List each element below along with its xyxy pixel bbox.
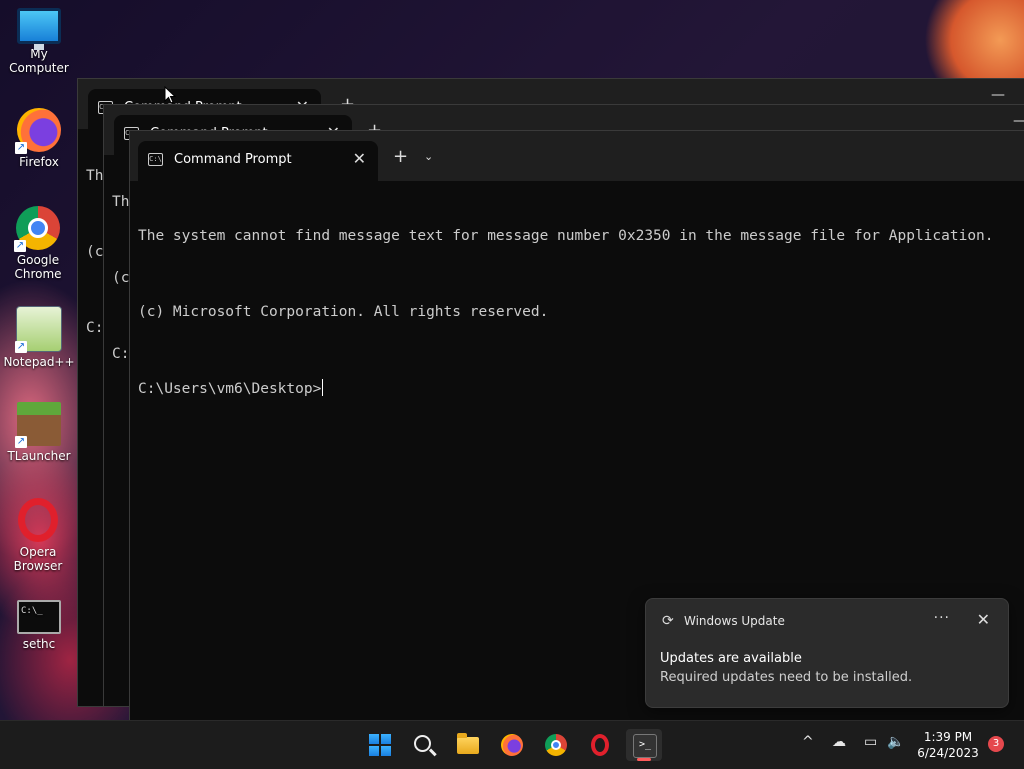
clock[interactable]: 1:39 PM 6/24/2023 (912, 729, 984, 761)
desktop-icon-notepad-plus-plus[interactable]: ↗ Notepad++ (0, 306, 78, 369)
minimize-button[interactable]: — (1013, 113, 1024, 129)
close-tab-icon[interactable]: ✕ (353, 149, 366, 168)
more-options-button[interactable]: ··· (934, 610, 950, 626)
onedrive-offline-icon[interactable]: ☁ (832, 734, 846, 750)
chrome-icon (545, 734, 567, 756)
desktop-icon-chrome[interactable]: ↗ Google Chrome (0, 206, 76, 281)
taskbar-terminal-button[interactable]: >_ (626, 729, 662, 761)
desktop-icon-label: sethc (22, 637, 56, 651)
tab-command-prompt[interactable]: C:\ Command Prompt ✕ (138, 141, 378, 181)
shortcut-arrow-icon: ↗ (15, 436, 27, 448)
clock-date: 6/24/2023 (917, 746, 979, 760)
desktop-icon-label: TLauncher (7, 449, 71, 463)
notification-title: Updates are available (660, 651, 802, 666)
volume-icon[interactable]: 🔈 (887, 734, 904, 750)
show-hidden-icons-button[interactable]: ^ (802, 734, 814, 750)
clock-time: 1:39 PM (923, 730, 973, 744)
notification-count-badge[interactable]: 3 (988, 736, 1004, 752)
console-line: (c) Microsoft Corporation. All rights re… (138, 304, 549, 320)
taskbar-chrome-button[interactable] (538, 729, 574, 761)
shortcut-arrow-icon: ↗ (15, 142, 27, 154)
tab-label: Command Prompt (174, 152, 292, 167)
chrome-icon: ↗ (14, 206, 60, 252)
desktop-icon-label: Notepad++ (3, 355, 75, 369)
firefox-icon: ↗ (15, 108, 61, 154)
desktop-icon-tlauncher[interactable]: ↗ TLauncher (0, 402, 78, 463)
desktop-icon-opera[interactable]: Opera Browser (0, 498, 76, 573)
desktop-icon-label: My Computer (9, 47, 69, 75)
command-prompt-icon: C:\_ (17, 600, 61, 634)
cmd-tab-icon: C:\ (148, 153, 163, 166)
folder-icon (457, 733, 479, 754)
opera-icon (18, 498, 58, 542)
taskbar-firefox-button[interactable] (494, 729, 530, 761)
sync-icon: ⟳ (662, 613, 674, 629)
prompt-text: C:\Users\vm6\Desktop> (138, 381, 322, 397)
minecraft-grass-block-icon: ↗ (15, 402, 61, 448)
desktop-icon-firefox[interactable]: ↗ Firefox (0, 108, 78, 169)
close-notification-button[interactable]: ✕ (977, 610, 990, 629)
console-line: The system cannot find message text for … (138, 228, 994, 244)
start-button[interactable] (362, 729, 398, 761)
computer-icon (17, 8, 61, 50)
notepad-plus-plus-icon: ↗ (15, 306, 62, 353)
desktop-icon-my-computer[interactable]: My Computer (0, 8, 78, 75)
search-icon (414, 735, 431, 752)
title-bar[interactable]: C:\ Command Prompt ✕ + ⌄ (130, 131, 1024, 181)
new-tab-button[interactable]: + (393, 146, 408, 167)
notification-body: Required updates need to be installed. (660, 670, 913, 685)
firefox-icon (501, 734, 523, 756)
console-output[interactable]: The system cannot find message text for … (138, 189, 1024, 455)
taskbar: >_ ^ ☁ ▭ 🔈 1:39 PM 6/24/2023 3 (0, 720, 1024, 769)
notification-source: Windows Update (684, 614, 785, 628)
desktop-icon-label: Opera Browser (13, 545, 63, 573)
windows-update-notification[interactable]: ⟳ Windows Update ··· ✕ Updates are avail… (645, 598, 1009, 708)
file-explorer-button[interactable] (450, 729, 486, 761)
opera-icon (591, 734, 609, 756)
shortcut-arrow-icon: ↗ (15, 341, 27, 353)
network-icon[interactable]: ▭ (864, 734, 877, 750)
desktop-icon-label: Google Chrome (14, 253, 62, 281)
minimize-button[interactable]: — (991, 87, 1005, 103)
taskbar-opera-button[interactable] (582, 729, 618, 761)
tab-dropdown-button[interactable]: ⌄ (424, 150, 433, 163)
shortcut-arrow-icon: ↗ (14, 240, 26, 252)
prompt-line[interactable]: C:\Users\vm6\Desktop> (138, 379, 1024, 398)
desktop-icon-label: Firefox (19, 155, 59, 169)
mouse-pointer-icon (164, 86, 176, 104)
windows-logo-icon (369, 734, 391, 756)
text-cursor (322, 379, 324, 396)
search-button[interactable] (406, 729, 442, 761)
terminal-icon: >_ (633, 734, 657, 758)
desktop-icon-sethc[interactable]: C:\_ sethc (0, 600, 78, 651)
